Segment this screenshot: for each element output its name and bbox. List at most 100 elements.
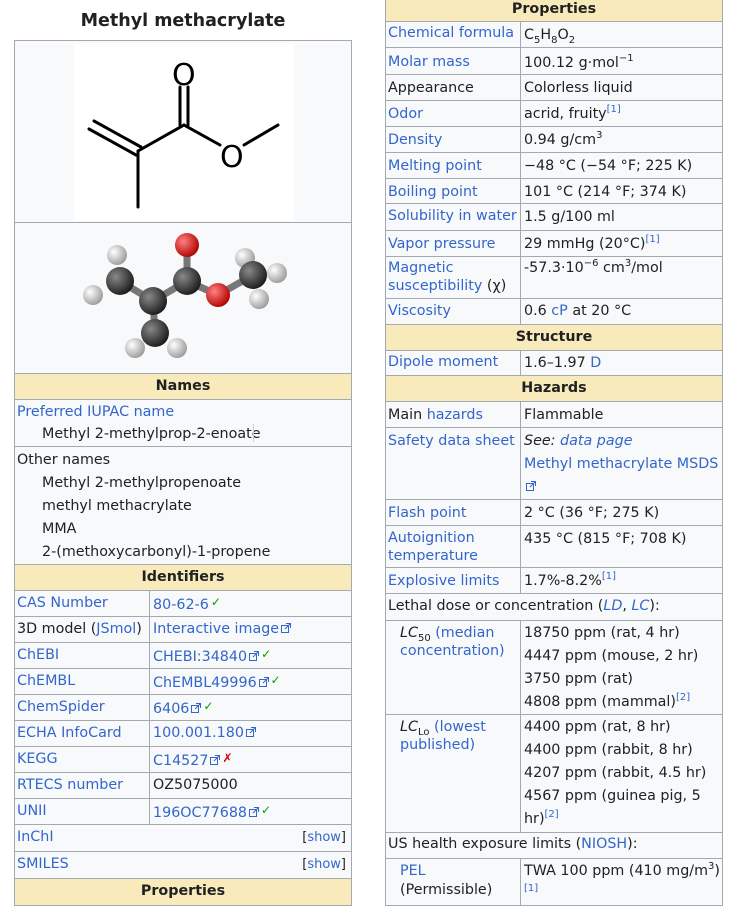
iupac-label[interactable]: Preferred IUPAC name: [17, 404, 174, 420]
ref-link[interactable]: [1]: [602, 571, 616, 582]
sds-label[interactable]: Safety data sheet: [388, 433, 515, 449]
dipole-row: Dipole moment 1.6–1.97 D: [385, 350, 723, 375]
identifier-value[interactable]: C14527: [153, 753, 208, 769]
density-value: 0.94 g/cm3: [520, 127, 724, 152]
melting-row: Melting point −48 °C (−54 °F; 225 K): [385, 152, 723, 178]
dipole-label[interactable]: Dipole moment: [388, 354, 498, 370]
smiles-link[interactable]: SMILES: [17, 856, 69, 872]
viscosity-label[interactable]: Viscosity: [388, 303, 451, 319]
external-link-icon: [258, 677, 269, 687]
explosive-row: Explosive limits 1.7%-8.2%[1]: [385, 567, 723, 593]
identifier-row: RTECS number OZ5075000: [14, 772, 352, 798]
svg-text:O: O: [220, 140, 244, 175]
identifier-row: ChEBI CHEBI:34840 ✓: [14, 642, 352, 668]
other-name-item: 2-(methoxycarbonyl)-1-propene: [42, 544, 271, 560]
main-hazards-row: Main hazards Flammable: [385, 401, 723, 427]
identifier-row: ChEMBL ChEMBL49996 ✓: [14, 668, 352, 694]
identifier-value[interactable]: Interactive image: [153, 621, 279, 637]
identifier-label[interactable]: ChEMBL: [17, 673, 75, 689]
magnetic-label[interactable]: Magnetic susceptibility: [388, 260, 482, 294]
identifier-value[interactable]: 6406: [153, 701, 189, 717]
molar-mass-row: Molar mass 100.12 g·mol−1: [385, 47, 723, 74]
solubility-value: 1.5 g/100 ml: [524, 209, 615, 225]
other-name-item: methyl methacrylate: [42, 498, 192, 514]
names-header: Names: [14, 373, 352, 399]
identifier-value[interactable]: CHEBI:34840: [153, 649, 247, 665]
lc-link[interactable]: LC: [631, 598, 649, 614]
melting-label[interactable]: Melting point: [388, 158, 482, 174]
show-link[interactable]: show: [307, 857, 341, 872]
check-icon: ✓: [270, 673, 281, 687]
odor-label[interactable]: Odor: [388, 106, 423, 122]
hazards-link[interactable]: hazards: [427, 407, 483, 423]
autoignition-row: Autoignition temperature 435 °C (815 °F;…: [385, 525, 723, 567]
explosive-value: 1.7%-8.2%: [524, 573, 602, 589]
sds-data-page-link[interactable]: data page: [560, 433, 632, 449]
ref-link[interactable]: [1]: [524, 883, 538, 894]
appearance-row: Appearance Colorless liquid: [385, 74, 723, 100]
autoignition-label[interactable]: Autoignition temperature: [388, 530, 478, 564]
skeletal-formula-box: O O: [14, 40, 352, 222]
infobox-title: Methyl methacrylate: [80, 11, 286, 31]
skeletal-formula-image[interactable]: O O: [74, 43, 294, 221]
density-label[interactable]: Density: [388, 132, 442, 148]
explosive-label[interactable]: Explosive limits: [388, 573, 499, 589]
formula-label[interactable]: Chemical formula: [388, 25, 514, 41]
properties-header: Properties: [385, 0, 723, 21]
identifier-label[interactable]: KEGG: [17, 751, 58, 767]
identifier-label[interactable]: UNII: [17, 803, 47, 819]
flash-value: 2 °C (36 °F; 275 K): [524, 505, 660, 521]
sds-msds-link[interactable]: Methyl methacrylate MSDS: [524, 456, 718, 472]
identifier-value[interactable]: 100.001.180: [153, 725, 244, 741]
solubility-label[interactable]: Solubility in water: [388, 208, 517, 224]
identifier-label[interactable]: RTECS number: [17, 777, 123, 793]
iupac-row: Preferred IUPAC name Methyl 2-methylprop…: [14, 399, 352, 446]
check-icon: ✓: [203, 699, 214, 713]
lc50-value: 18750 ppm (rat, 4 hr): [524, 625, 680, 641]
other-names-row: Other names Methyl 2-methylpropenoate me…: [14, 446, 352, 564]
cross-icon: ✗: [222, 751, 233, 765]
external-link-icon: [191, 703, 202, 713]
external-link-icon: [526, 481, 536, 491]
ref-link[interactable]: [2]: [545, 809, 559, 820]
smiles-show-toggle[interactable]: [show]: [302, 857, 346, 872]
structure-header: Structure: [385, 324, 723, 350]
identifier-row: 3D model (JSmol) Interactive image: [14, 616, 352, 642]
ref-link[interactable]: [1]: [607, 104, 621, 115]
show-link[interactable]: show: [307, 830, 341, 845]
external-link-icon: [249, 651, 260, 661]
flash-label[interactable]: Flash point: [388, 505, 466, 521]
identifier-label[interactable]: ChEBI: [17, 647, 59, 663]
identifier-value[interactable]: 80-62-6: [153, 597, 209, 613]
pel-link[interactable]: PEL: [400, 863, 426, 879]
identifier-value[interactable]: 196OC77688: [153, 805, 247, 821]
identifier-label[interactable]: CAS Number: [17, 595, 108, 611]
jsmol-link[interactable]: JSmol: [96, 621, 136, 637]
boiling-label[interactable]: Boiling point: [388, 184, 478, 200]
ref-link[interactable]: [1]: [645, 234, 659, 245]
lc50-value: 3750 ppm (rat): [524, 671, 633, 687]
ref-link[interactable]: [2]: [676, 692, 690, 703]
inchi-show-toggle[interactable]: [show]: [302, 830, 346, 845]
density-row: Density 0.94 g/cm3: [385, 126, 723, 152]
vapor-label[interactable]: Vapor pressure: [388, 236, 495, 252]
ld-link[interactable]: LD: [603, 598, 622, 614]
ball-and-stick-image[interactable]: [15, 223, 351, 374]
lclo-label: LCLo (lowest published): [400, 719, 486, 753]
niosh-link[interactable]: NIOSH: [581, 836, 627, 852]
sds-see: See:: [524, 433, 561, 449]
inchi-link[interactable]: InChI: [17, 829, 54, 845]
melting-value: −48 °C (−54 °F; 225 K): [524, 158, 693, 174]
debye-link[interactable]: D: [590, 355, 601, 371]
identifier-value[interactable]: ChEMBL49996: [153, 675, 257, 691]
lethal-header-row: Lethal dose or concentration (LD, LC):: [385, 593, 723, 620]
magnetic-row: Magnetic susceptibility (χ) -57.3·10−6 c…: [385, 256, 723, 298]
vapor-row: Vapor pressure 29 mmHg (20°C)[1]: [385, 230, 723, 256]
dipole-value: 1.6–1.97: [524, 355, 591, 371]
identifier-label[interactable]: ChemSpider: [17, 699, 105, 715]
lc50-row: LC50 (median concentration) 18750 ppm (r…: [385, 620, 723, 714]
identifier-label[interactable]: ECHA InfoCard: [17, 725, 122, 741]
molar-mass-label[interactable]: Molar mass: [388, 54, 470, 70]
properties-header-left: Properties: [14, 878, 352, 906]
cp-link[interactable]: cP: [551, 303, 567, 319]
